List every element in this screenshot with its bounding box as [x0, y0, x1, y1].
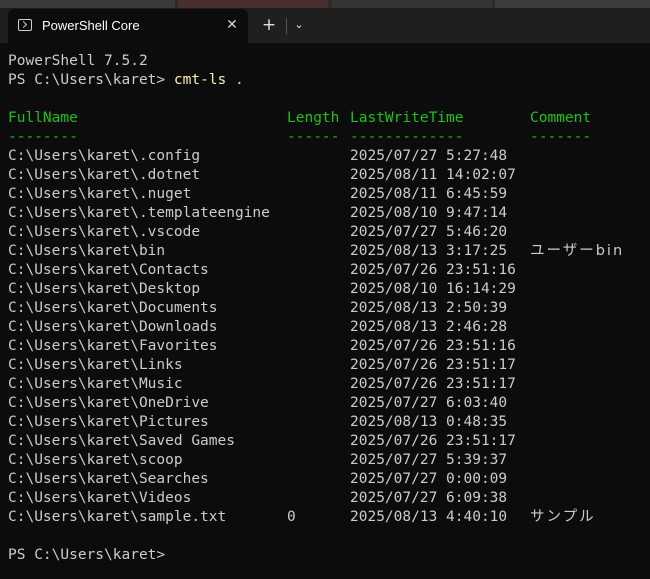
row-fullname: C:\Users\karet\.templateengine [8, 205, 270, 221]
table-row: C:\Users\karet\sample.txt 0 2025/08/13 4:4… [8, 508, 648, 546]
chevron-down-icon[interactable]: ⌄ [290, 14, 308, 36]
row-lastwritetime: 2025/07/27 0:00:09 [350, 471, 508, 487]
row-length: 0 [287, 509, 296, 525]
row-fullname: C:\Users\karet\OneDrive [8, 395, 209, 411]
row-fullname: C:\Users\karet\sample.txt [8, 509, 227, 525]
command-argument: . [226, 72, 244, 88]
header-lastwritetime: LastWriteTime [350, 110, 464, 126]
header-fullname: FullName [8, 110, 78, 126]
row-lastwritetime: 2025/08/10 9:47:14 [350, 205, 508, 221]
table-row: C:\Users\karet\scoop 2025/07/27 5:39:37 [8, 451, 648, 470]
title-bar: PowerShell Core ✕ + ⌄ [0, 0, 650, 43]
command-name: cmt-ls [173, 72, 227, 88]
prompt: PS C:\Users\karet> [8, 72, 174, 88]
row-fullname: C:\Users\karet\Saved Games [8, 433, 235, 449]
table-row: C:\Users\karet\Documents 2025/08/13 2:50:… [8, 299, 648, 318]
row-lastwritetime: 2025/07/26 23:51:16 [350, 262, 516, 278]
row-fullname: C:\Users\karet\.config [8, 148, 201, 164]
row-fullname: C:\Users\karet\scoop [8, 452, 183, 468]
table-header: FullName Length LastWriteTime Comment [8, 109, 648, 128]
table-row: C:\Users\karet\bin 2025/08/13 3:17:25 ユーザー… [8, 242, 648, 261]
table-row: C:\Users\karet\OneDrive 2025/07/27 6:03:4… [8, 394, 648, 413]
table-row: C:\Users\karet\.dotnet 2025/08/11 14:02:0… [8, 166, 648, 185]
tab-powershell-core[interactable]: PowerShell Core ✕ [8, 9, 248, 43]
header-underline: -------- ------ ------------- ------- [8, 128, 648, 147]
underline-lastwritetime: ------------- [350, 129, 464, 145]
table-row: C:\Users\karet\Favorites 2025/07/26 23:51… [8, 337, 648, 356]
terminal-output[interactable]: PowerShell 7.5.2 PS C:\Users\karet> cmt-… [8, 52, 648, 565]
row-lastwritetime: 2025/08/13 3:17:25 [350, 243, 508, 259]
header-length: Length [287, 110, 340, 126]
table-row: C:\Users\karet\.nuget 2025/08/11 6:45:59 [8, 185, 648, 204]
underline-comment: ------- [530, 129, 592, 145]
row-fullname: C:\Users\karet\Contacts [8, 262, 209, 278]
row-lastwritetime: 2025/07/26 23:51:17 [350, 376, 516, 392]
row-fullname: C:\Users\karet\Documents [8, 300, 218, 316]
row-lastwritetime: 2025/07/26 23:51:17 [350, 357, 516, 373]
version-line: PowerShell 7.5.2 [8, 53, 148, 69]
row-lastwritetime: 2025/07/26 23:51:17 [350, 433, 516, 449]
row-lastwritetime: 2025/07/26 23:51:16 [350, 338, 516, 354]
row-lastwritetime: 2025/08/11 6:45:59 [350, 186, 508, 202]
row-lastwritetime: 2025/08/13 2:50:39 [350, 300, 508, 316]
row-comment: サンプル [530, 509, 596, 525]
row-fullname: C:\Users\karet\Downloads [8, 319, 218, 335]
row-fullname: C:\Users\karet\Pictures [8, 414, 209, 430]
row-lastwritetime: 2025/07/27 5:39:37 [350, 452, 508, 468]
row-lastwritetime: 2025/08/13 0:48:35 [350, 414, 508, 430]
table-row: C:\Users\karet\Videos 2025/07/27 6:09:38 [8, 489, 648, 508]
row-fullname: C:\Users\karet\Searches [8, 471, 209, 487]
row-lastwritetime: 2025/07/27 6:09:38 [350, 490, 508, 506]
row-lastwritetime: 2025/08/11 14:02:07 [350, 167, 516, 183]
table-row: C:\Users\karet\.templateengine 2025/08/10… [8, 204, 648, 223]
underline-fullname: -------- [8, 129, 78, 145]
row-lastwritetime: 2025/07/27 5:27:48 [350, 148, 508, 164]
terminal-icon [18, 19, 32, 31]
row-lastwritetime: 2025/07/27 6:03:40 [350, 395, 508, 411]
row-lastwritetime: 2025/08/13 2:46:28 [350, 319, 508, 335]
row-comment: ユーザーbin [530, 243, 625, 259]
underline-length: ------ [287, 129, 340, 145]
tab-separator [286, 18, 287, 34]
header-comment: Comment [530, 110, 592, 126]
row-fullname: C:\Users\karet\Desktop [8, 281, 201, 297]
row-fullname: C:\Users\karet\Music [8, 376, 183, 392]
row-fullname: C:\Users\karet\.nuget [8, 186, 192, 202]
table-row: C:\Users\karet\Downloads 2025/08/13 2:46:… [8, 318, 648, 337]
command-line: PS C:\Users\karet> cmt-ls . [8, 71, 648, 109]
prompt-line[interactable]: PS C:\Users\karet> [8, 546, 648, 565]
table-row: C:\Users\karet\Music 2025/07/26 23:51:17 [8, 375, 648, 394]
row-lastwritetime: 2025/07/27 5:46:20 [350, 224, 508, 240]
row-fullname: C:\Users\karet\.vscode [8, 224, 201, 240]
table-row: C:\Users\karet\Desktop 2025/08/10 16:14:2… [8, 280, 648, 299]
table-row: C:\Users\karet\Pictures 2025/08/13 0:48:3… [8, 413, 648, 432]
table-row: C:\Users\karet\Contacts 2025/07/26 23:51:… [8, 261, 648, 280]
row-fullname: C:\Users\karet\Links [8, 357, 183, 373]
row-fullname: C:\Users\karet\Favorites [8, 338, 218, 354]
table-row: C:\Users\karet\Links 2025/07/26 23:51:17 [8, 356, 648, 375]
close-tab-icon[interactable]: ✕ [222, 15, 242, 35]
row-lastwritetime: 2025/08/10 16:14:29 [350, 281, 516, 297]
table-row: C:\Users\karet\.vscode 2025/07/27 5:46:20 [8, 223, 648, 242]
row-fullname: C:\Users\karet\.dotnet [8, 167, 201, 183]
row-lastwritetime: 2025/08/13 4:40:10 [350, 509, 508, 525]
background-window-strip [0, 0, 650, 8]
table-row: C:\Users\karet\Saved Games 2025/07/26 23:… [8, 432, 648, 451]
table-row: C:\Users\karet\.config 2025/07/27 5:27:48 [8, 147, 648, 166]
row-fullname: C:\Users\karet\bin [8, 243, 166, 259]
table-row: C:\Users\karet\Searches 2025/07/27 0:00:0… [8, 470, 648, 489]
new-tab-button[interactable]: + [258, 14, 280, 36]
row-fullname: C:\Users\karet\Videos [8, 490, 192, 506]
tab-title: PowerShell Core [42, 18, 140, 33]
